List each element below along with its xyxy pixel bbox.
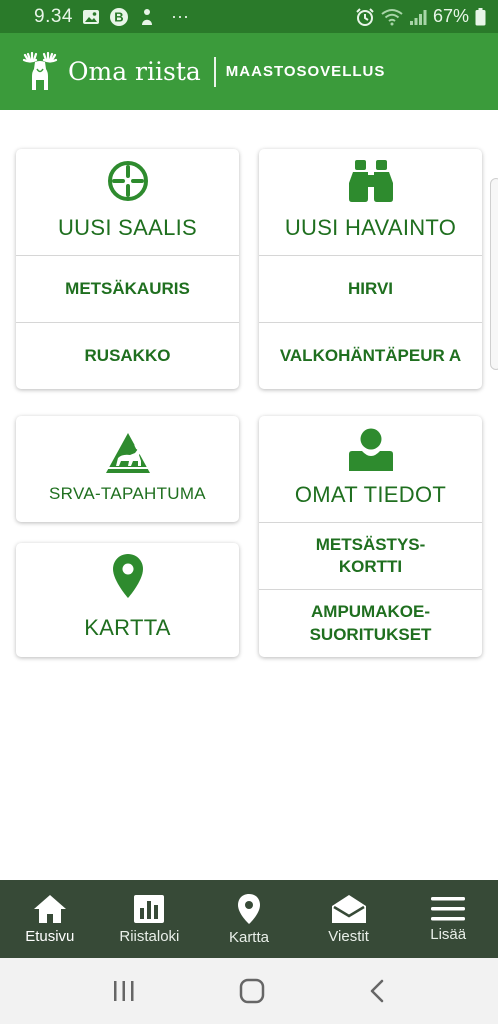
crosshair-icon	[106, 159, 150, 203]
more-dots-icon: ···	[170, 6, 189, 26]
battery-icon	[475, 7, 486, 26]
nav-item-etusivu[interactable]: Etusivu	[0, 880, 100, 958]
alarm-icon	[355, 7, 375, 27]
new-observation-button[interactable]: UUSI HAVAINTO	[259, 149, 482, 255]
my-info-button[interactable]: OMAT TIEDOT	[259, 416, 482, 522]
catch-roe-deer-button[interactable]: METSÄKAURIS	[16, 255, 239, 322]
map-pin-icon	[237, 893, 261, 925]
home-icon	[33, 894, 67, 924]
bottom-navigation: Etusivu Riistaloki Kartta Viestit Lisää	[0, 880, 498, 958]
hamburger-menu-icon	[431, 896, 466, 922]
srva-button[interactable]: SRVA-TAPAHTUMA	[16, 416, 239, 522]
header-divider	[213, 56, 216, 87]
new-catch-title: UUSI SAALIS	[57, 215, 198, 240]
system-navigation-bar	[0, 958, 498, 1024]
map-button[interactable]: KARTTA	[16, 543, 239, 657]
user-profile-icon	[348, 428, 394, 472]
nav-label-lisaa: Lisää	[430, 925, 467, 943]
signal-icon	[409, 8, 427, 26]
status-time: 9.34	[34, 5, 73, 27]
binoculars-icon	[348, 159, 394, 203]
nav-item-riistaloki[interactable]: Riistaloki	[100, 880, 200, 958]
app-subtitle: MAASTOSOVELLUS	[225, 63, 386, 80]
map-card[interactable]: KARTTA	[16, 543, 239, 657]
nav-label-etusivu: Etusivu	[25, 927, 75, 945]
nav-label-kartta: Kartta	[228, 928, 269, 946]
battery-percentage: 67%	[432, 6, 469, 26]
observation-moose-button[interactable]: HIRVI	[259, 255, 482, 322]
srva-warning-triangle-icon	[105, 432, 151, 474]
gallery-icon	[82, 9, 100, 25]
map-title: KARTTA	[84, 615, 171, 640]
my-info-card: OMAT TIEDOT METSÄSTYS- KORTTI AMPUMAKOE-…	[259, 416, 482, 657]
nav-item-lisaa[interactable]: Lisää	[398, 880, 498, 958]
nav-item-kartta[interactable]: Kartta	[199, 880, 299, 958]
scroll-indicator[interactable]	[490, 178, 498, 370]
app-header: Oma riista MAASTOSOVELLUS	[0, 33, 498, 110]
new-catch-card: UUSI SAALIS METSÄKAURIS RUSAKKO	[16, 149, 239, 389]
nav-label-riistaloki: Riistaloki	[119, 927, 180, 945]
srva-card[interactable]: SRVA-TAPAHTUMA	[16, 416, 239, 522]
catch-hare-button[interactable]: RUSAKKO	[16, 322, 239, 389]
shooting-tests-button[interactable]: AMPUMAKOE- SUORITUKSET	[259, 589, 482, 657]
app-notification-icon	[138, 7, 156, 27]
map-pin-icon	[112, 553, 144, 599]
nav-item-viestit[interactable]: Viestit	[299, 880, 399, 958]
home-button-icon[interactable]	[239, 978, 265, 1004]
bar-chart-icon	[133, 894, 165, 924]
wifi-icon	[381, 8, 403, 26]
new-observation-title: UUSI HAVAINTO	[284, 215, 457, 240]
status-bar: 9.34 B ··· 67%	[0, 0, 498, 33]
b-notification-icon: B	[109, 7, 129, 27]
new-catch-button[interactable]: UUSI SAALIS	[16, 149, 239, 255]
hunting-card-button[interactable]: METSÄSTYS- KORTTI	[259, 522, 482, 589]
back-icon[interactable]	[368, 979, 386, 1003]
my-info-title: OMAT TIEDOT	[294, 482, 447, 507]
observation-white-tailed-deer-button[interactable]: VALKOHÄNTÄPEUR A	[259, 322, 482, 389]
new-observation-card: UUSI HAVAINTO HIRVI VALKOHÄNTÄPEUR A	[259, 149, 482, 389]
moose-logo-icon	[22, 51, 58, 92]
app-title: Oma riista	[68, 57, 201, 86]
envelope-open-icon	[331, 894, 367, 924]
recent-apps-icon[interactable]	[112, 980, 136, 1002]
svg-text:B: B	[114, 9, 123, 24]
srva-title: SRVA-TAPAHTUMA	[49, 484, 206, 503]
nav-label-viestit: Viestit	[328, 927, 369, 945]
